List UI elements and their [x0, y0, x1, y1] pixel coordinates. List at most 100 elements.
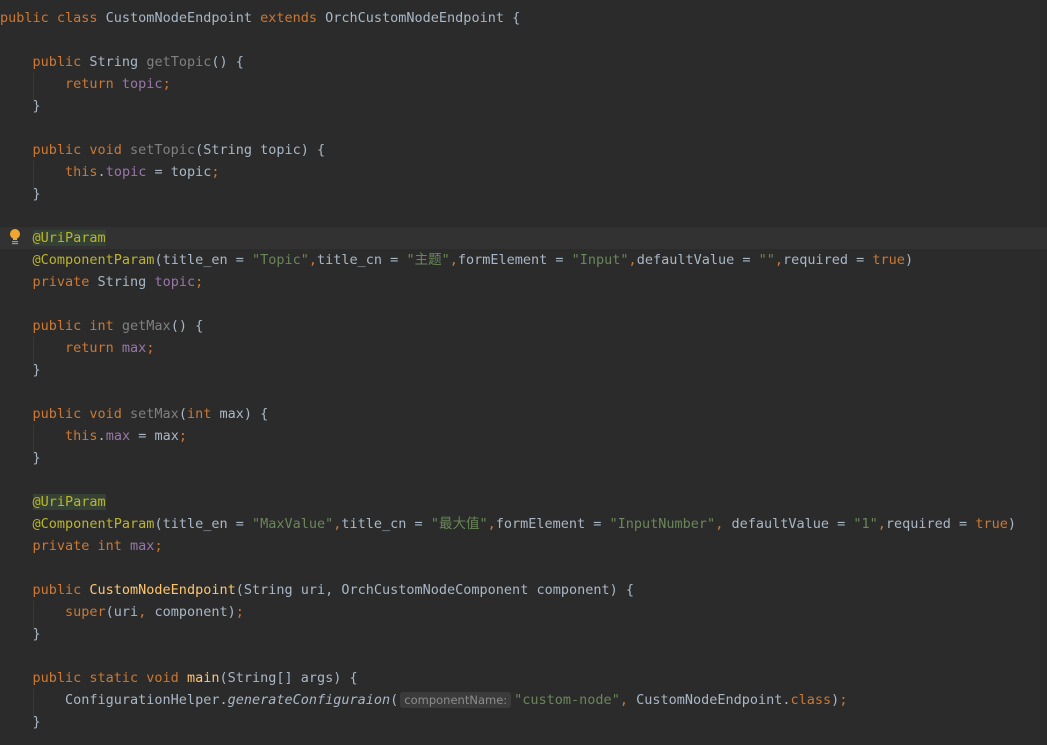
code-token: "": [758, 252, 775, 268]
code-token: public: [0, 582, 90, 598]
code-token: topic: [105, 164, 147, 180]
indent-guide: [33, 601, 34, 631]
code-token: "Input": [571, 252, 629, 268]
code-token: formElement =: [457, 252, 572, 268]
code-token: title_cn =: [317, 252, 407, 268]
code-token: }: [0, 626, 41, 642]
code-line[interactable]: }: [0, 447, 1047, 469]
code-token: ,: [877, 516, 886, 532]
parameter-hint: componentName:: [400, 692, 512, 708]
code-token: main: [186, 670, 220, 686]
code-line[interactable]: this.topic = topic;: [0, 161, 1047, 183]
code-token: defaultValue =: [636, 252, 759, 268]
code-token: (title_en =: [154, 252, 252, 268]
lightbulb-icon[interactable]: [9, 228, 21, 246]
code-token: getMax: [121, 318, 171, 334]
code-line[interactable]: return max;: [0, 337, 1047, 359]
code-token: this: [0, 428, 98, 444]
code-token: }: [0, 714, 41, 730]
code-line[interactable]: private String topic;: [0, 271, 1047, 293]
code-token: class: [790, 692, 832, 708]
code-line[interactable]: public void setTopic(String topic) {: [0, 139, 1047, 161]
code-line[interactable]: super(uri, component);: [0, 601, 1047, 623]
code-line[interactable]: [0, 117, 1047, 139]
indent-guide: [33, 161, 34, 191]
code-token: public class: [0, 10, 106, 26]
code-token: public static void: [0, 670, 187, 686]
code-line[interactable]: @UriParam: [0, 491, 1047, 513]
code-line[interactable]: [0, 205, 1047, 227]
code-line[interactable]: return topic;: [0, 73, 1047, 95]
code-line[interactable]: @ComponentParam(title_en = "MaxValue", ti…: [0, 513, 1047, 535]
code-token: = topic: [146, 164, 212, 180]
code-token: private: [0, 274, 98, 290]
code-token: (String uri, OrchCustomNodeComponent com…: [235, 582, 634, 598]
code-token: ;: [154, 538, 163, 554]
code-line[interactable]: public String getTopic() {: [0, 51, 1047, 73]
code-token: required =: [885, 516, 976, 532]
code-token: (uri: [105, 604, 139, 620]
code-token: component): [154, 604, 236, 620]
code-line[interactable]: ConfigurationHelper.generateConfiguraion…: [0, 689, 1047, 711]
code-line[interactable]: public static void main(String[] args) {: [0, 667, 1047, 689]
code-line[interactable]: public CustomNodeEndpoint(String uri, Or…: [0, 579, 1047, 601]
code-token: @ComponentParam: [0, 252, 155, 268]
code-token: ,: [487, 516, 496, 532]
code-token: setTopic: [130, 142, 196, 158]
code-line[interactable]: @UriParam: [0, 227, 1047, 249]
code-token: public void: [0, 406, 131, 422]
code-token: }: [0, 98, 41, 114]
code-token: ,: [774, 252, 784, 268]
code-token: generateConfiguraion: [227, 692, 391, 708]
code-token: ;: [195, 274, 204, 290]
code-token: (: [390, 692, 399, 708]
code-token: () {: [211, 54, 244, 70]
code-token: @ComponentParam: [0, 516, 155, 532]
code-editor[interactable]: public class CustomNodeEndpoint extends …: [0, 7, 1047, 733]
indent-guide: [33, 337, 34, 367]
code-token: () {: [170, 318, 204, 334]
code-token: ;: [162, 76, 171, 92]
code-line[interactable]: [0, 29, 1047, 51]
code-line[interactable]: [0, 557, 1047, 579]
code-line[interactable]: [0, 645, 1047, 667]
code-line[interactable]: }: [0, 359, 1047, 381]
code-token: max: [130, 538, 155, 554]
code-token: OrchCustomNodeEndpoint {: [325, 10, 521, 26]
code-token: private int: [0, 538, 131, 554]
code-token: }: [0, 450, 41, 466]
code-token: max: [105, 428, 131, 444]
code-line[interactable]: }: [0, 623, 1047, 645]
code-token: ,: [619, 692, 637, 708]
code-line[interactable]: }: [0, 711, 1047, 733]
code-token: required =: [783, 252, 873, 268]
code-token: true: [872, 252, 905, 268]
code-line[interactable]: [0, 381, 1047, 403]
code-token: topic: [154, 274, 196, 290]
code-line[interactable]: }: [0, 183, 1047, 205]
code-line[interactable]: public class CustomNodeEndpoint extends …: [0, 7, 1047, 29]
code-token: extends: [260, 10, 326, 26]
code-line[interactable]: [0, 293, 1047, 315]
code-line[interactable]: public void setMax(int max) {: [0, 403, 1047, 425]
code-token: this: [0, 164, 98, 180]
code-line[interactable]: @ComponentParam(title_en = "Topic",title…: [0, 249, 1047, 271]
code-token: true: [975, 516, 1008, 532]
code-line[interactable]: [0, 469, 1047, 491]
code-token: @UriParam: [32, 230, 106, 246]
code-token: CustomNodeEndpoint.: [636, 692, 791, 708]
code-line[interactable]: }: [0, 95, 1047, 117]
code-line[interactable]: public int getMax() {: [0, 315, 1047, 337]
code-token: .: [97, 428, 106, 444]
code-token: topic: [121, 76, 163, 92]
code-token: ): [1007, 516, 1016, 532]
code-token: max) {: [219, 406, 269, 422]
code-line[interactable]: private int max;: [0, 535, 1047, 557]
code-token: "最大值": [430, 516, 488, 532]
code-line[interactable]: this.max = max;: [0, 425, 1047, 447]
code-token: String: [97, 274, 155, 290]
code-token: "主题": [406, 252, 450, 268]
code-token: ConfigurationHelper.: [0, 692, 228, 708]
code-token: (String[] args) {: [219, 670, 358, 686]
